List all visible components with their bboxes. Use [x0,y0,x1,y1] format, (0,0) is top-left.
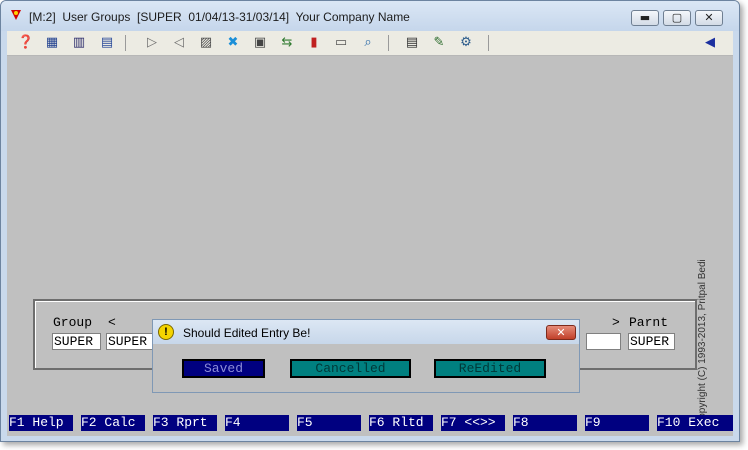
find-icon[interactable]: ⌕ [359,34,377,52]
dialog-title: Should Edited Entry Be! [183,326,311,340]
group-name-field-end[interactable] [586,333,621,350]
parent-field[interactable]: SUPER [628,333,675,350]
f8-key[interactable]: F8 [513,415,577,431]
toolbar: ❓ ▦ ▥ ▤ ▷ ◁ ▨ ✖ ▣ ⇆ ▮ ▭ ⌕ ▤ ✎ ⚙ ◀ [7,31,733,56]
maximize-icon: ▢ [671,11,683,24]
close-button[interactable]: ✕ [695,10,723,26]
copyright-text: Copyright (C) 1993-2013, Pritpal Bedi [697,259,708,426]
dialog-title-bar: ! Should Edited Entry Be! ✕ [153,320,579,344]
title-bar: [M:2] User Groups [SUPER 01/04/13-31/03/… [1,1,739,31]
minimize-icon: ▬ [639,11,651,24]
group-close-marker: > [612,315,620,330]
exit-icon[interactable]: ◀ [701,34,719,52]
notes-icon[interactable]: ▣ [251,34,269,52]
function-key-bar: F1 Help F2 Calc F3 Rprt F4 F5 F6 Rltd F7… [7,415,733,431]
dialog-close-button[interactable]: ✕ [546,325,576,340]
f5-key[interactable]: F5 [297,415,361,431]
calculator-icon[interactable]: ▥ [70,34,88,52]
group-label: Group [53,315,93,330]
document-icon[interactable]: ▨ [197,34,215,52]
cancelled-button[interactable]: Cancelled [290,359,411,378]
close-icon: ✕ [704,11,714,24]
confirm-dialog: ! Should Edited Entry Be! ✕ Saved Cancel… [152,319,580,393]
clipboard-icon[interactable]: ▤ [403,34,421,52]
next-icon[interactable]: ▷ [143,34,161,52]
reedited-button[interactable]: ReEdited [434,359,546,378]
f9-key[interactable]: F9 [585,415,649,431]
f1-help-key[interactable]: F1 Help [9,415,73,431]
f4-key[interactable]: F4 [225,415,289,431]
app-logo-icon[interactable] [11,10,21,20]
toolbar-separator [125,35,126,51]
group-open-marker: < [108,315,116,330]
f3-report-key[interactable]: F3 Rprt [153,415,217,431]
f7-navigate-key[interactable]: F7 <<>> [441,415,505,431]
f6-related-key[interactable]: F6 Rltd [369,415,433,431]
toolbar-separator [488,35,489,51]
warning-icon: ! [158,324,174,340]
f10-exec-key[interactable]: F10 Exec [657,415,733,431]
settings-icon[interactable]: ⚙ [457,34,475,52]
saved-button[interactable]: Saved [182,359,265,378]
chart-icon[interactable]: ▮ [305,34,323,52]
window-title: [M:2] User Groups [SUPER 01/04/13-31/03/… [29,10,410,24]
help-icon[interactable]: ❓ [17,34,35,52]
maximize-button[interactable]: ▢ [663,10,691,26]
group-code-field[interactable]: SUPER [52,333,101,350]
copyright-notice: Copyright (C) 1993-2013, Pritpal Bedi [697,236,709,426]
application-window: [M:2] User Groups [SUPER 01/04/13-31/03/… [0,0,740,442]
toolbar-separator [388,35,389,51]
transfer-icon[interactable]: ⇆ [278,34,296,52]
parent-label: Parnt [629,315,669,330]
previous-icon[interactable]: ◁ [170,34,188,52]
group-name-field[interactable]: SUPER [106,333,156,350]
edit-icon[interactable]: ✎ [430,34,448,52]
grid-icon[interactable]: ▦ [43,34,61,52]
print-icon[interactable]: ▭ [332,34,350,52]
tools-icon[interactable]: ✖ [224,34,242,52]
minimize-button[interactable]: ▬ [631,10,659,26]
report-icon[interactable]: ▤ [98,34,116,52]
f2-calc-key[interactable]: F2 Calc [81,415,145,431]
